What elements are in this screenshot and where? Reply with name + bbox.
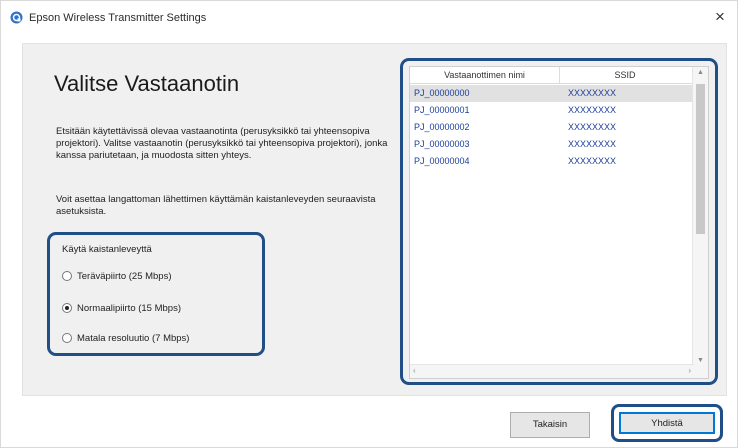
page-title: Valitse Vastaanotin bbox=[54, 71, 240, 96]
bandwidth-group-label: Käytä kaistanleveyttä bbox=[62, 244, 152, 255]
close-icon[interactable]: × bbox=[709, 7, 731, 29]
receiver-name-cell: PJ_00000000 bbox=[414, 88, 470, 98]
receiver-name-cell: PJ_00000003 bbox=[414, 139, 470, 149]
receiver-ssid-cell: XXXXXXXX bbox=[568, 105, 617, 115]
bandwidth-group: Käytä kaistanleveyttä Teräväpiirto (25 M… bbox=[47, 232, 265, 356]
search-description: Etsitään käytettävissä olevaa vastaanoti… bbox=[56, 126, 388, 161]
column-header-name[interactable]: Vastaanottimen nimi bbox=[410, 67, 560, 84]
connect-button[interactable]: Yhdistä bbox=[619, 412, 715, 434]
receiver-name-cell: PJ_00000001 bbox=[414, 105, 470, 115]
column-header-ssid[interactable]: SSID bbox=[560, 67, 690, 84]
receiver-ssid-cell: XXXXXXXX bbox=[568, 156, 617, 166]
receiver-list-header: Vastaanottimen nimi SSID bbox=[410, 67, 708, 84]
horizontal-scrollbar[interactable]: ‹ › bbox=[410, 364, 694, 378]
radio-label-normal: Normaalipiirto (15 Mbps) bbox=[77, 302, 182, 314]
radio-label-low: Matala resoluutio (7 Mbps) bbox=[77, 332, 190, 344]
receiver-rows: PJ_00000000 XXXXXXXX PJ_00000001 XXXXXXX… bbox=[410, 85, 692, 170]
window-title: Epson Wireless Transmitter Settings bbox=[29, 12, 207, 24]
dialog-footer: Takaisin Yhdistä bbox=[22, 397, 727, 442]
receiver-name-cell: PJ_00000004 bbox=[414, 156, 470, 166]
scroll-down-icon[interactable]: ▼ bbox=[697, 357, 704, 364]
scroll-left-icon[interactable]: ‹ bbox=[413, 366, 416, 375]
table-row[interactable]: PJ_00000002 XXXXXXXX bbox=[410, 119, 692, 136]
receiver-list[interactable]: Vastaanottimen nimi SSID PJ_00000000 XXX… bbox=[409, 66, 709, 379]
settings-window: Epson Wireless Transmitter Settings × Va… bbox=[0, 0, 738, 448]
receiver-ssid-cell: XXXXXXXX bbox=[568, 122, 617, 132]
bandwidth-description: Voit asettaa langattoman lähettimen käyt… bbox=[56, 194, 376, 217]
table-row[interactable]: PJ_00000001 XXXXXXXX bbox=[410, 102, 692, 119]
connect-button-highlight: Yhdistä bbox=[611, 404, 723, 442]
scroll-thumb[interactable] bbox=[696, 84, 705, 234]
table-row[interactable]: PJ_00000003 XXXXXXXX bbox=[410, 136, 692, 153]
scroll-up-icon[interactable]: ▲ bbox=[697, 69, 704, 76]
receiver-list-highlight: Vastaanottimen nimi SSID PJ_00000000 XXX… bbox=[400, 58, 718, 385]
radio-button-high[interactable] bbox=[62, 271, 72, 281]
table-row[interactable]: PJ_00000004 XXXXXXXX bbox=[410, 153, 692, 170]
radio-button-normal[interactable] bbox=[62, 303, 72, 313]
table-row[interactable]: PJ_00000000 XXXXXXXX bbox=[410, 85, 692, 102]
back-button[interactable]: Takaisin bbox=[510, 412, 590, 438]
vertical-scrollbar[interactable]: ▲ ▼ bbox=[692, 67, 708, 378]
scroll-right-icon[interactable]: › bbox=[688, 366, 691, 375]
title-bar: Epson Wireless Transmitter Settings × bbox=[1, 1, 737, 35]
main-panel: Valitse Vastaanotin Etsitään käytettävis… bbox=[22, 43, 727, 396]
radio-button-low[interactable] bbox=[62, 333, 72, 343]
receiver-ssid-cell: XXXXXXXX bbox=[568, 88, 617, 98]
radio-low-resolution[interactable]: Matala resoluutio (7 Mbps) bbox=[62, 331, 189, 345]
epson-app-icon bbox=[10, 11, 23, 24]
receiver-ssid-cell: XXXXXXXX bbox=[568, 139, 617, 149]
radio-label-high: Teräväpiirto (25 Mbps) bbox=[77, 270, 172, 282]
radio-normal-definition[interactable]: Normaalipiirto (15 Mbps) bbox=[62, 301, 181, 315]
receiver-name-cell: PJ_00000002 bbox=[414, 122, 470, 132]
radio-high-definition[interactable]: Teräväpiirto (25 Mbps) bbox=[62, 269, 172, 283]
